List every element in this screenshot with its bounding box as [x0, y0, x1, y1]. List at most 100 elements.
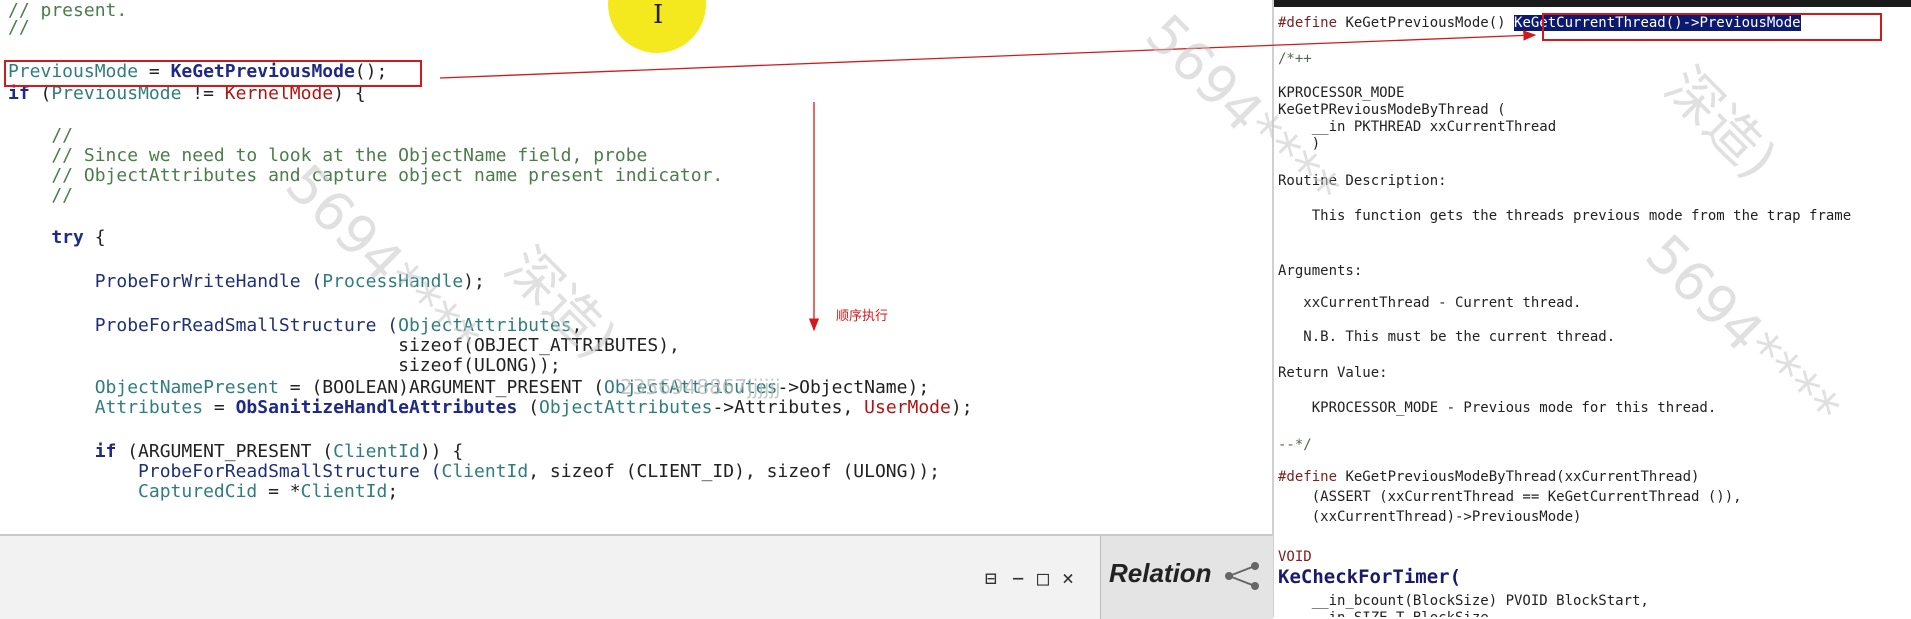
- doc-token: Routine Description:: [1278, 173, 1447, 189]
- definition-callout-box: [1542, 13, 1882, 41]
- doc-line: KPROCESSOR_MODE: [1278, 84, 1404, 102]
- code-token: sizeof(ULONG));: [8, 355, 561, 376]
- doc-line: (xxCurrentThread)->PreviousMode): [1278, 508, 1582, 526]
- pin-icon[interactable]: ⊟: [985, 566, 997, 590]
- code-line: ObjectNamePresent = (BOOLEAN)ARGUMENT_PR…: [8, 378, 929, 398]
- code-line: if (ARGUMENT_PRESENT (ClientId)) {: [8, 441, 464, 462]
- doc-token: KeGetPreviousModeByThread(xxCurrentThrea…: [1345, 469, 1700, 485]
- code-token: ->ObjectName);: [777, 377, 930, 398]
- code-token: Attributes: [8, 397, 204, 418]
- code-token: ClientId: [333, 441, 420, 462]
- doc-line: ): [1278, 135, 1320, 153]
- code-token: sizeof(OBJECT_ATTRIBUTES),: [8, 335, 680, 356]
- doc-line: --*/: [1278, 436, 1312, 454]
- code-token: ProbeForReadSmallStructure (: [8, 461, 442, 482]
- code-editor-right[interactable]: #define KeGetPreviousMode() KeGetCurrent…: [1272, 0, 1911, 617]
- close-button[interactable]: ×: [1062, 566, 1074, 590]
- code-line: //: [8, 126, 73, 146]
- code-token: );: [463, 271, 485, 292]
- code-token: // Since we need to look at the ObjectNa…: [8, 145, 648, 166]
- doc-token: xxCurrentThread - Current thread.: [1278, 295, 1582, 311]
- doc-token: KeGetPreviousMode(): [1345, 15, 1515, 31]
- doc-line: __in PKTHREAD xxCurrentThread: [1278, 118, 1556, 136]
- code-token: );: [950, 397, 973, 418]
- doc-token: (ASSERT (xxCurrentThread == KeGetCurrent…: [1278, 489, 1742, 505]
- previousmode-callout-box: [4, 60, 422, 87]
- code-token: try: [8, 227, 84, 248]
- doc-token: #define: [1278, 15, 1346, 31]
- code-token: )) {: [419, 441, 464, 462]
- maximize-button[interactable]: □: [1037, 566, 1049, 590]
- doc-line: KeCheckForTimer(: [1278, 566, 1462, 588]
- code-token: = *: [257, 481, 301, 502]
- code-line: sizeof(OBJECT_ATTRIBUTES),: [8, 336, 680, 356]
- doc-line: Routine Description:: [1278, 172, 1447, 190]
- code-token: ObSanitizeHandleAttributes: [235, 397, 518, 418]
- code-token: if: [8, 441, 117, 462]
- code-line: CapturedCid = *ClientId;: [8, 482, 398, 502]
- code-token: (: [517, 397, 540, 418]
- doc-token: /*++: [1278, 51, 1312, 67]
- text-cursor-icon: I: [653, 0, 664, 30]
- code-token: (ARGUMENT_PRESENT (: [116, 441, 334, 462]
- doc-token: KPROCESSOR_MODE - Previous mode for this…: [1278, 400, 1717, 416]
- code-token: =: [203, 397, 236, 418]
- code-token: ClientId: [441, 461, 529, 482]
- doc-token: __in PKTHREAD xxCurrentThread: [1278, 119, 1557, 135]
- code-token: ObjectAttributes: [539, 397, 713, 418]
- code-line: // Since we need to look at the ObjectNa…: [8, 146, 647, 166]
- doc-line: /*++: [1278, 50, 1312, 68]
- doc-line: (ASSERT (xxCurrentThread == KeGetCurrent…: [1278, 488, 1742, 506]
- code-line: ProbeForReadSmallStructure (ObjectAttrib…: [8, 315, 583, 336]
- doc-token: This function gets the threads previous …: [1278, 208, 1852, 224]
- doc-line: Arguments:: [1278, 262, 1362, 280]
- code-token: ObjectAttributes: [604, 377, 778, 398]
- doc-line: KPROCESSOR_MODE - Previous mode for this…: [1278, 399, 1717, 417]
- code-token: ProcessHandle: [322, 271, 464, 292]
- right-pane-topbar: [1274, 0, 1911, 7]
- doc-line: __in_bcount(BlockSize) PVOID BlockStart,: [1278, 592, 1649, 610]
- code-token: CapturedCid: [8, 481, 258, 502]
- code-line: Attributes = ObSanitizeHandleAttributes …: [8, 398, 973, 418]
- doc-line: N.B. This must be the current thread.: [1278, 328, 1615, 346]
- code-editor-left[interactable]: I // present.//PreviousMode = KeGetPrevi…: [0, 0, 1272, 534]
- code-token: //: [8, 17, 30, 38]
- doc-line: #define KeGetPreviousModeByThread(xxCurr…: [1278, 468, 1699, 486]
- code-token: ProbeForReadSmallStructure (: [8, 315, 399, 336]
- code-line: if (PreviousMode != KernelMode) {: [8, 84, 366, 104]
- code-token: UserMode: [864, 397, 951, 418]
- doc-token: #define: [1278, 469, 1346, 485]
- code-line: ProbeForWriteHandle (ProcessHandle);: [8, 272, 485, 292]
- code-token: = (BOOLEAN)ARGUMENT_PRESENT (: [278, 377, 605, 398]
- minimize-button[interactable]: −: [1012, 566, 1024, 590]
- doc-token: Arguments:: [1278, 263, 1363, 279]
- code-token: ObjectAttributes: [398, 315, 572, 336]
- bottom-panel-bar: ⊟ − □ × Relation: [0, 534, 1273, 619]
- doc-token: ): [1278, 136, 1321, 152]
- doc-line: VOID: [1278, 548, 1312, 566]
- doc-line: Return Value:: [1278, 364, 1388, 382]
- code-token: {: [83, 227, 106, 248]
- code-line: // ObjectAttributes and capture object n…: [8, 166, 723, 186]
- code-line: ProbeForReadSmallStructure (ClientId, si…: [8, 462, 940, 482]
- code-token: //: [8, 125, 74, 146]
- doc-line: KeGetPReviousModeByThread (: [1278, 101, 1506, 119]
- code-token: ,: [571, 315, 583, 336]
- code-token: ->Attributes,: [712, 397, 865, 418]
- doc-line: xxCurrentThread - Current thread.: [1278, 294, 1581, 312]
- doc-token: KeCheckForTimer(: [1278, 566, 1462, 588]
- doc-token: KeGetPReviousModeByThread (: [1278, 102, 1506, 118]
- code-line: sizeof(ULONG));: [8, 356, 561, 376]
- doc-token: KPROCESSOR_MODE: [1278, 85, 1405, 101]
- code-line: //: [8, 186, 73, 206]
- doc-token: N.B. This must be the current thread.: [1278, 329, 1616, 345]
- code-line: try {: [8, 227, 106, 248]
- doc-token: VOID: [1278, 549, 1312, 565]
- relation-tab[interactable]: Relation: [1100, 536, 1273, 619]
- relation-graph-icon: [1225, 562, 1259, 590]
- code-line: //: [8, 18, 30, 38]
- annotation-label: 顺序执行: [836, 309, 889, 324]
- code-token: ProbeForWriteHandle (: [8, 271, 323, 292]
- doc-token: --*/: [1278, 437, 1312, 453]
- doc-line: __in SIZE_T BlockSize: [1278, 609, 1489, 617]
